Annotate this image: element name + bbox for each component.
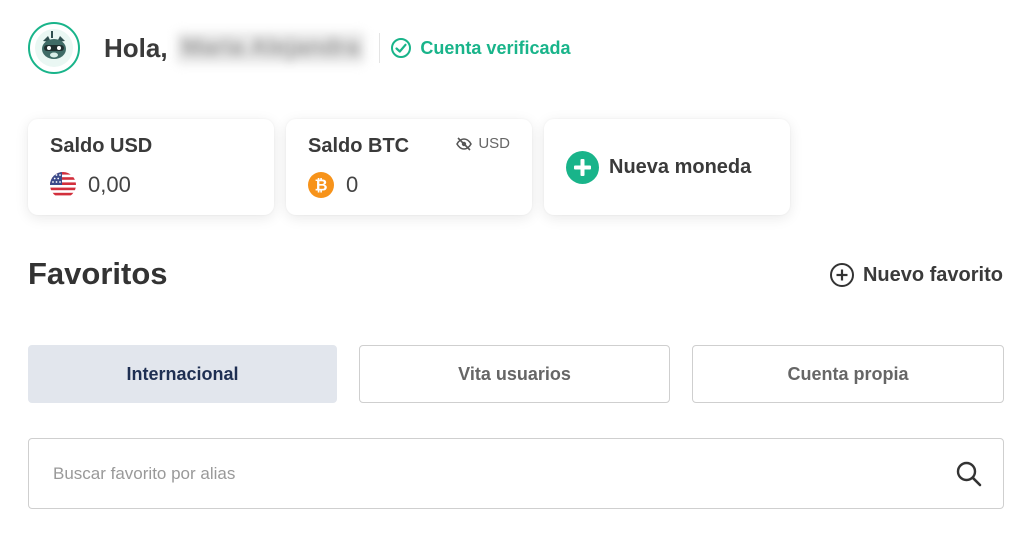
verified-label: Cuenta verificada — [420, 37, 571, 58]
search-box — [28, 438, 1004, 509]
balance-amount: 0 — [346, 172, 359, 197]
balance-card-btc[interactable]: Saldo BTC USD ₿ 0 — [286, 119, 532, 215]
new-favorite-button[interactable]: Nuevo favorito — [829, 262, 1003, 288]
new-currency-label: Nueva moneda — [609, 155, 752, 178]
favorites-title: Favoritos — [28, 256, 168, 291]
tab-vita-usuarios[interactable]: Vita usuarios — [359, 345, 670, 403]
new-favorite-label: Nuevo favorito — [862, 263, 1003, 286]
usd-toggle[interactable]: USD — [456, 135, 510, 152]
favorites-tabs: Internacional Vita usuarios Cuenta propi… — [28, 345, 1004, 403]
raccoon-avatar-icon — [35, 29, 73, 67]
greeting-label: Hola, — [104, 32, 168, 63]
bitcoin-icon: ₿ — [308, 172, 334, 198]
balance-card-usd[interactable]: Saldo USD 0,00 — [28, 119, 274, 215]
add-circle-icon — [829, 263, 854, 287]
check-circle-icon — [391, 38, 412, 58]
greeting-text: Hola, Maria Alejandra — [104, 32, 366, 64]
avatar[interactable] — [28, 22, 80, 74]
user-name: Maria Alejandra — [175, 32, 366, 64]
greeting-header: Hola, Maria Alejandra Cuenta verificada — [28, 20, 570, 76]
tab-cuenta-propia[interactable]: Cuenta propia — [692, 345, 1004, 403]
tab-label: Internacional — [126, 363, 239, 384]
balance-title: Saldo USD — [50, 135, 153, 157]
usd-toggle-label: USD — [478, 135, 510, 152]
header-divider — [379, 33, 381, 63]
verified-badge: Cuenta verificada — [390, 37, 570, 59]
eye-slash-icon — [456, 136, 473, 151]
search-input[interactable] — [51, 462, 955, 485]
us-flag-icon — [50, 172, 76, 198]
search-icon[interactable] — [955, 460, 983, 488]
balance-cards: Saldo USD 0,00 Saldo BTC USD ₿ 0 Nueva m… — [28, 119, 790, 215]
tab-label: Cuenta propia — [787, 363, 909, 384]
tab-internacional[interactable]: Internacional — [28, 345, 337, 403]
svg-text:₿: ₿ — [314, 177, 327, 195]
balance-amount: 0,00 — [88, 172, 131, 197]
tab-label: Vita usuarios — [458, 363, 571, 384]
new-currency-button[interactable]: Nueva moneda — [544, 119, 790, 215]
plus-circle-icon — [566, 150, 599, 184]
